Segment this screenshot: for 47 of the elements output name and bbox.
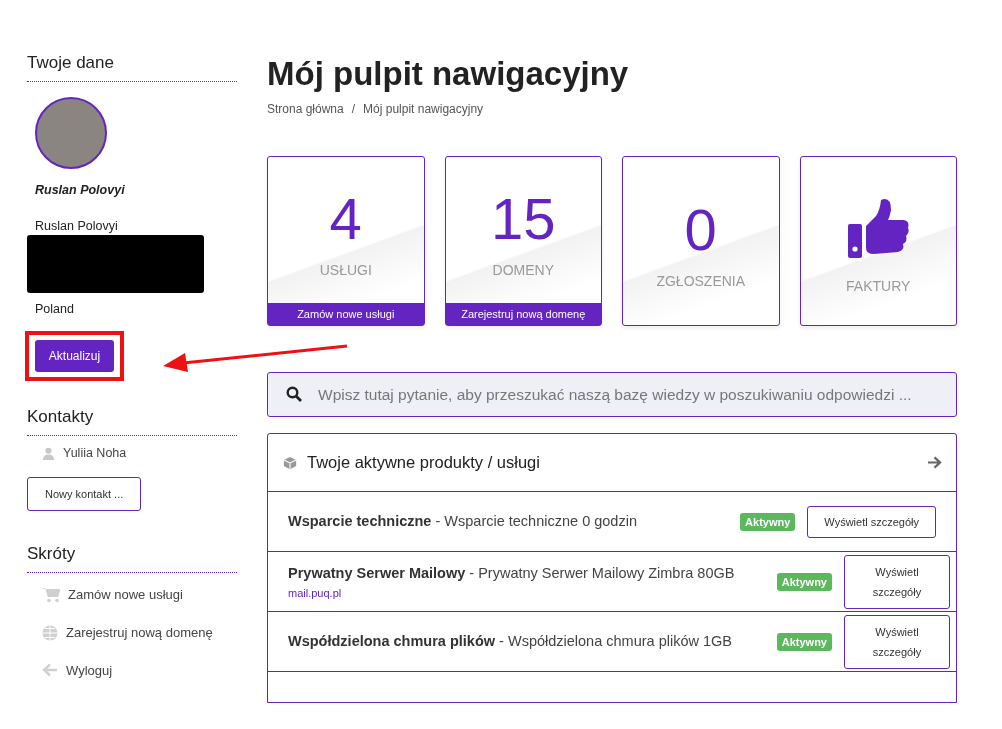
new-contact-button[interactable]: Nowy kontakt ... — [27, 477, 142, 511]
box-icon — [283, 455, 297, 470]
details-button[interactable]: Wyświetl szczegóły — [807, 505, 936, 538]
search-icon — [286, 386, 302, 402]
status-badge: Aktywny — [740, 512, 796, 531]
stat-tile[interactable]: 15 DOMENY Zarejestruj nową domenę — [444, 156, 602, 326]
breadcrumb-link[interactable]: Strona główna — [267, 102, 344, 116]
stat-tile[interactable]: 4 USŁUGI Zamów nowe usługi — [267, 156, 425, 326]
stat-label: DOMENY — [492, 262, 554, 278]
stat-label: ZGŁOSZENIA — [656, 273, 746, 289]
details-button[interactable]: Wyświetl szczegóły — [844, 554, 950, 609]
stat-count: 15 — [491, 190, 556, 248]
arrow-right-icon[interactable] — [927, 456, 942, 469]
details-button[interactable]: Wyświetl szczegóły — [844, 614, 950, 669]
domain-link[interactable]: mail.puq.pl — [288, 586, 765, 599]
user-full-name: Ruslan Polovyi — [35, 219, 119, 233]
stat-tile[interactable]: 0 ZGŁOSZENIA — [622, 156, 780, 326]
section-heading: Twoje dane — [27, 53, 237, 82]
stat-label: USŁUGI — [319, 262, 372, 278]
contact-link[interactable]: Yuliia Noha — [63, 446, 127, 460]
breadcrumb-separator: / — [351, 102, 356, 116]
product-description: Wsparcie techniczne - Wsparcie techniczne 0 godzin — [288, 512, 638, 531]
status-badge: Aktywny — [776, 572, 832, 591]
panel-title: Twoje aktywne produkty / usługi — [307, 453, 541, 472]
stat-label: FAKTURY — [846, 278, 911, 294]
tile-action-link[interactable]: Zarejestruj nową domenę — [445, 303, 601, 325]
shortcut-link[interactable]: Wyloguj — [66, 659, 113, 683]
person-icon — [42, 446, 55, 460]
stat-count: 4 — [329, 190, 362, 248]
section-heading: Kontakty — [27, 407, 237, 436]
shortcut-link[interactable]: Zarejestruj nową domenę — [66, 621, 213, 645]
user-name: Ruslan Polovyi — [35, 183, 126, 197]
tile-action-link[interactable]: Zamów nowe usługi — [268, 303, 424, 325]
product-description: Współdzielona chmura plików - Współdzielona chmura plików 1GB — [288, 632, 733, 651]
cart-icon — [42, 587, 60, 603]
section-heading: Skróty — [27, 544, 237, 573]
stat-count: 0 — [684, 201, 717, 259]
arrow-left-icon — [42, 663, 58, 677]
thumbs-up-icon — [846, 196, 911, 260]
update-button[interactable]: Aktualizuj — [34, 340, 115, 372]
search-field[interactable]: Wpisz tutaj pytanie, aby przeszukać naszą bazę wiedzy w poszukiwaniu odpowiedzi ... — [267, 372, 957, 417]
product-description: Prywatny Serwer Mailowy - Prywatny Serwer Mailowy Zimbra 80GB — [288, 564, 736, 583]
status-badge: Aktywny — [776, 632, 832, 651]
user-country: Poland — [35, 302, 75, 316]
globe-icon — [42, 625, 58, 641]
shortcut-link[interactable]: Zamów nowe usługi — [68, 583, 183, 607]
page-title: Mój pulpit nawigacyjny — [267, 55, 630, 93]
